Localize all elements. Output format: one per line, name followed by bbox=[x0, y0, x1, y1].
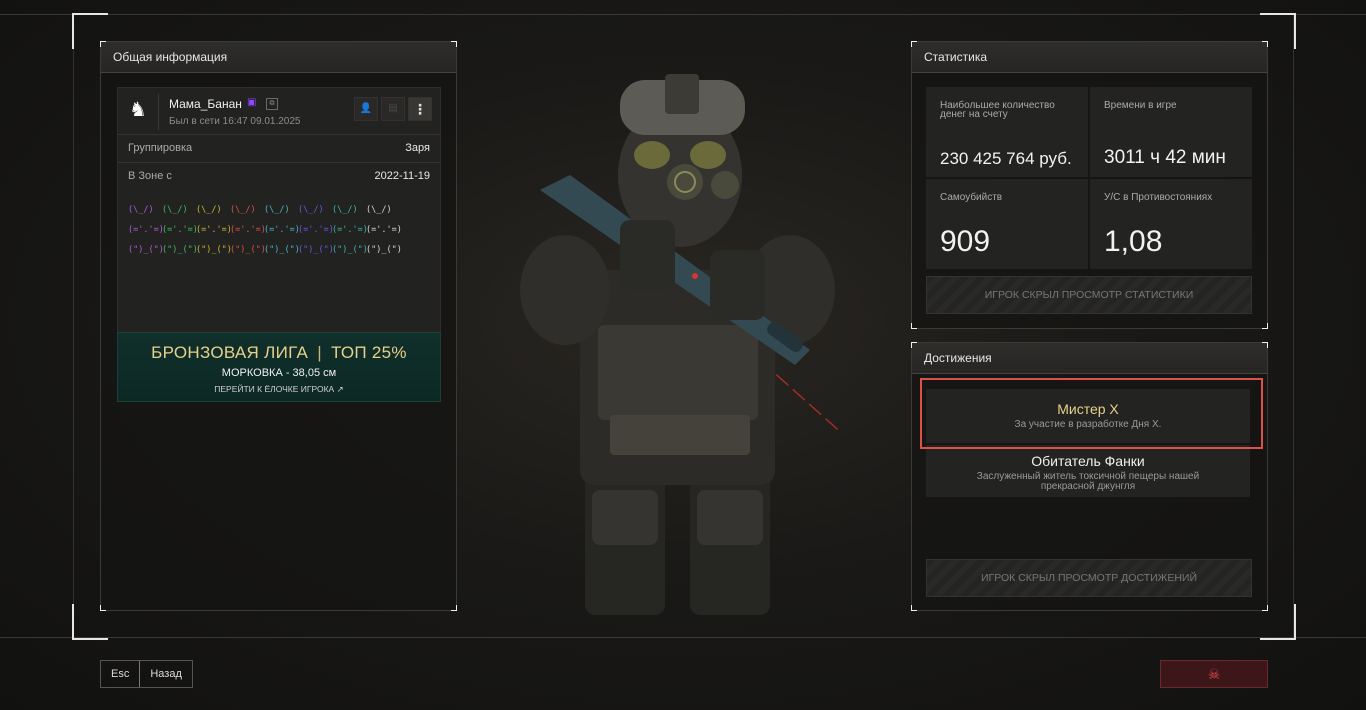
player-character-model bbox=[520, 74, 840, 615]
esc-key: Esc bbox=[111, 668, 130, 680]
kaomoji-fragment: (='.'=) bbox=[332, 225, 368, 235]
kaomoji-fragment: (\_/) bbox=[162, 205, 188, 215]
faction-label: Группировка bbox=[128, 142, 193, 154]
skull-icon: ☠ bbox=[1207, 666, 1221, 682]
kaomoji-fragment: (\_/) bbox=[196, 205, 222, 215]
league-banner[interactable]: БРОНЗОВАЯ ЛИГА | ТОП 25% МОРКОВКА - 38,0… bbox=[117, 332, 441, 402]
stat-play-time: Времени в игре 3011 ч 42 мин bbox=[1090, 87, 1252, 177]
add-friend-icon[interactable]: 👤 bbox=[354, 97, 378, 121]
stats-panel: Статистика Наибольшее количество денег н… bbox=[911, 41, 1268, 329]
kaomoji-fragment: (")_(") bbox=[162, 245, 198, 255]
frame-right-line bbox=[1293, 14, 1294, 638]
kaomoji-fragment: (='.'=) bbox=[298, 225, 334, 235]
kaomoji-fragment: (\_/) bbox=[332, 205, 358, 215]
league-title: БРОНЗОВАЯ ЛИГА bbox=[151, 343, 309, 362]
kaomoji-fragment: (")_(") bbox=[366, 245, 402, 255]
kaomoji-fragment: (='.'=) bbox=[162, 225, 198, 235]
kaomoji-fragment: (='.'=) bbox=[264, 225, 300, 235]
kaomoji-fragment: (")_(") bbox=[332, 245, 368, 255]
zone-since-label: В Зоне с bbox=[128, 170, 172, 182]
league-top: ТОП 25% bbox=[330, 343, 407, 362]
wolf-avatar-icon: ♞ bbox=[129, 99, 147, 121]
frame-left-line bbox=[73, 14, 74, 638]
kaomoji-fragment: (\_/) bbox=[264, 205, 290, 215]
kaomoji-fragment: (\_/) bbox=[128, 205, 154, 215]
kaomoji-fragment: (='.'=) bbox=[230, 225, 266, 235]
kaomoji-fragment: (\_/) bbox=[230, 205, 256, 215]
more-menu-button[interactable]: ⋮ bbox=[408, 97, 432, 121]
back-label: Назад bbox=[150, 668, 182, 680]
achievements-hidden-notice: ИГРОК СКРЫЛ ПРОСМОТР ДОСТИЖЕНИЙ bbox=[926, 559, 1252, 597]
kaomoji-fragment: (\_/) bbox=[298, 205, 324, 215]
general-info-panel: Общая информация ♞ Мама_Банан ▣ ⧉ Был в … bbox=[100, 41, 457, 611]
message-icon[interactable]: ▤ bbox=[381, 97, 405, 121]
external-link-icon: ↗ bbox=[336, 384, 344, 394]
achievements-title: Достижения bbox=[912, 343, 1267, 374]
kaomoji-fragment: (")_(") bbox=[128, 245, 164, 255]
stats-hidden-notice: ИГРОК СКРЫЛ ПРОСМОТР СТАТИСТИКИ bbox=[926, 276, 1252, 314]
selected-achievement-highlight bbox=[920, 378, 1263, 449]
stat-max-money: Наибольшее количество денег на счету 230… bbox=[926, 87, 1088, 177]
faction-value: Заря bbox=[405, 142, 430, 154]
achievement-funky-dweller[interactable]: Обитатель Фанки Заслуженный житель токси… bbox=[926, 445, 1250, 497]
report-skull-button[interactable]: ☠ bbox=[1160, 660, 1268, 688]
zone-since-row: В Зоне с 2022-11-19 bbox=[118, 162, 440, 189]
league-sub: МОРКОВКА - 38,05 см bbox=[221, 367, 337, 379]
frame-bottom-line bbox=[0, 637, 1366, 638]
frame-top-line bbox=[0, 14, 1366, 15]
stat-kd-ratio: У/С в Противостояниях 1,08 bbox=[1090, 179, 1252, 269]
faction-row: Группировка Заря bbox=[118, 134, 440, 161]
kaomoji-fragment: (='.'=) bbox=[128, 225, 164, 235]
league-link[interactable]: ПЕРЕЙТИ К ЁЛОЧКЕ ИГРОКА bbox=[214, 384, 334, 394]
stat-suicides: Самоубийств 909 bbox=[926, 179, 1088, 269]
kaomoji-fragment: (='.'=) bbox=[366, 225, 402, 235]
last-seen: Был в сети 16:47 09.01.2025 bbox=[169, 116, 301, 127]
copy-icon[interactable]: ⧉ bbox=[266, 98, 278, 110]
kaomoji-fragment: (")_(") bbox=[298, 245, 334, 255]
player-card: ♞ Мама_Банан ▣ ⧉ Был в сети 16:47 09.01.… bbox=[117, 87, 441, 334]
zone-since-value: 2022-11-19 bbox=[374, 170, 430, 182]
kaomoji-fragment: (")_(") bbox=[264, 245, 300, 255]
kaomoji-fragment: (")_(") bbox=[230, 245, 266, 255]
kaomoji-fragment: (='.'=) bbox=[196, 225, 232, 235]
kaomoji-fragment: (\_/) bbox=[366, 205, 392, 215]
kaomoji-status: (\_/) (\_/) (\_/) (\_/) (\_/) (\_/) (\_/) (\_/)… bbox=[128, 200, 428, 260]
player-name: Мама_Банан bbox=[169, 97, 242, 111]
stats-title: Статистика bbox=[912, 42, 1267, 73]
kaomoji-fragment: (")_(") bbox=[196, 245, 232, 255]
stats-grid: Наибольшее количество денег на счету 230… bbox=[926, 87, 1252, 269]
twitch-icon[interactable]: ▣ bbox=[247, 97, 258, 108]
back-button[interactable]: Esc Назад bbox=[100, 660, 193, 688]
general-info-title: Общая информация bbox=[101, 42, 456, 73]
